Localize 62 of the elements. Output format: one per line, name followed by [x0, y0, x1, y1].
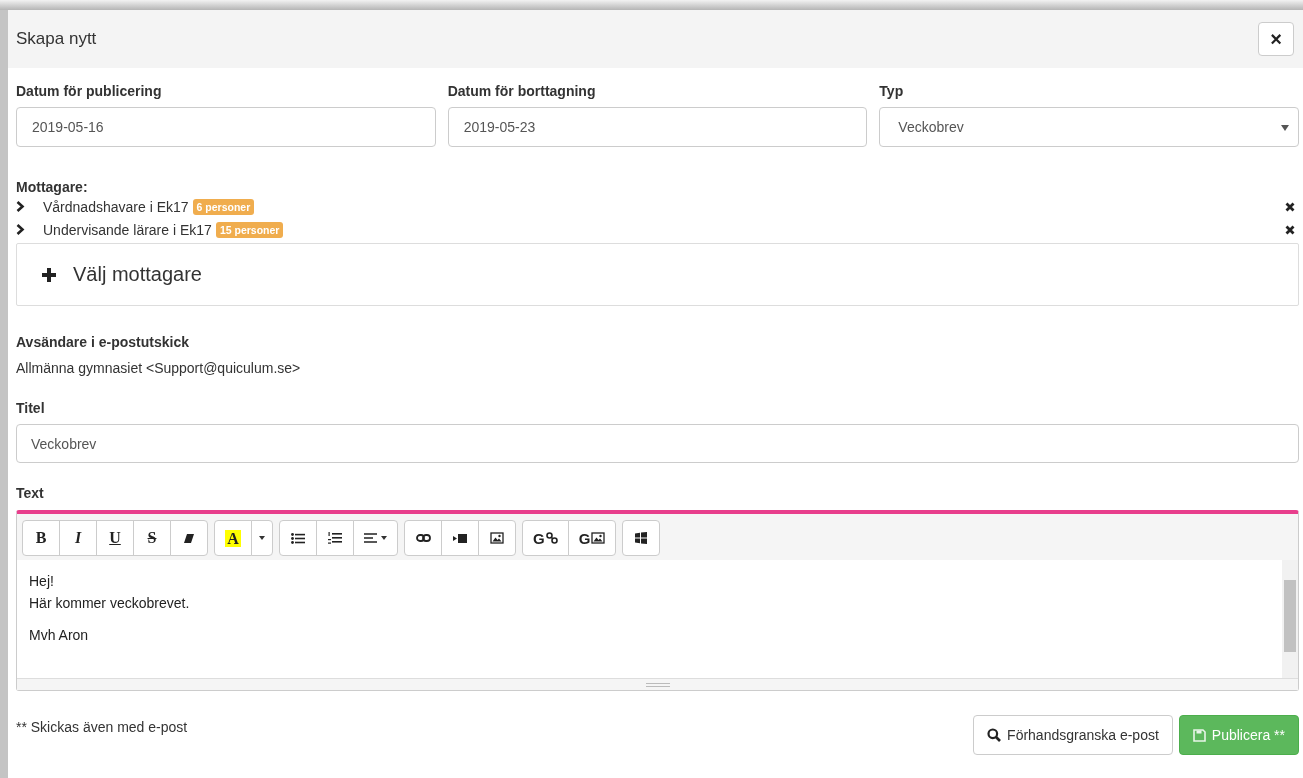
glink-button[interactable]: G: [522, 520, 569, 556]
field-label: Datum för publicering: [16, 83, 162, 99]
plus-icon: [41, 266, 57, 283]
editor-content[interactable]: Hej! Här kommer veckobrevet. Mvh Aron: [17, 560, 1298, 678]
windows-button[interactable]: [622, 520, 661, 556]
editor-text-line: Hej!: [29, 572, 54, 591]
sender-address: Allmänna gymnasiet <Support@quiculum.se>: [16, 360, 301, 376]
remove-icon[interactable]: [1285, 201, 1295, 212]
underline-button[interactable]: U: [96, 520, 134, 556]
close-button[interactable]: ×: [1258, 22, 1294, 56]
eraser-button[interactable]: [170, 520, 208, 556]
dialog-title: Skapa nytt: [16, 29, 97, 49]
count-badge: 15 personer: [215, 221, 284, 238]
count-badge: 6 personer: [192, 198, 255, 215]
numbered-list-icon: [328, 532, 342, 544]
color-button[interactable]: A: [214, 520, 252, 556]
link-icon: [545, 532, 558, 544]
type-dropdown[interactable]: Veckobrev: [879, 107, 1299, 147]
recipient-name: Vårdnadshavare i Ek17: [43, 198, 189, 215]
link-icon: [415, 534, 431, 542]
link-button[interactable]: [404, 520, 442, 556]
bullet-list-icon: [291, 532, 305, 544]
video-icon: [453, 533, 467, 543]
remove-icon[interactable]: [1285, 224, 1295, 235]
align-button[interactable]: [353, 520, 398, 556]
video-button[interactable]: [441, 520, 479, 556]
chevron-icon[interactable]: [16, 224, 25, 235]
italic-button[interactable]: I: [59, 520, 97, 556]
gimage-button[interactable]: G: [567, 520, 617, 556]
editor-text-line: Mvh Aron: [29, 626, 89, 645]
image-button[interactable]: [478, 520, 516, 556]
recipient-name: Undervisande lärare i Ek17: [43, 221, 212, 238]
chevron-icon[interactable]: [16, 201, 25, 212]
field-label: Text: [16, 485, 44, 501]
ul-button[interactable]: [279, 520, 317, 556]
field-label: Titel: [16, 400, 45, 416]
field-label: Datum för borttagning: [447, 83, 596, 99]
sender-label: Avsändare i e-postutskick: [16, 334, 189, 350]
footnote-text: ** Skickas även med e-post: [16, 719, 188, 735]
title-field[interactable]: Veckobrev: [16, 424, 1299, 463]
scrollbar[interactable]: [1282, 560, 1298, 678]
date-field[interactable]: 2019-05-16: [16, 107, 436, 147]
eraser-icon: [184, 533, 194, 543]
editor-text-line: Här kommer veckobrevet.: [29, 594, 190, 613]
date-field[interactable]: 2019-05-23: [447, 107, 868, 147]
save-icon: [1192, 728, 1206, 742]
image-icon: [591, 532, 606, 544]
preview-email-button[interactable]: Förhandsgranska e-post: [973, 715, 1173, 755]
bold-button[interactable]: B: [22, 520, 60, 556]
caret-icon: [259, 536, 265, 540]
choose-recipients-button[interactable]: Välj mottagare: [16, 243, 1299, 306]
recipients-label: Mottagare:: [16, 179, 88, 195]
strike-button[interactable]: S: [133, 520, 171, 556]
resize-handle[interactable]: [17, 678, 1298, 690]
field-label: Typ: [879, 83, 904, 99]
search-icon: [987, 728, 1002, 742]
align-icon: [364, 533, 377, 543]
windows-icon: [635, 532, 648, 544]
dropdown-arrow-icon: [1281, 125, 1289, 131]
image-icon: [490, 532, 504, 544]
caret-icon: [381, 536, 387, 540]
ol-button[interactable]: [316, 520, 354, 556]
